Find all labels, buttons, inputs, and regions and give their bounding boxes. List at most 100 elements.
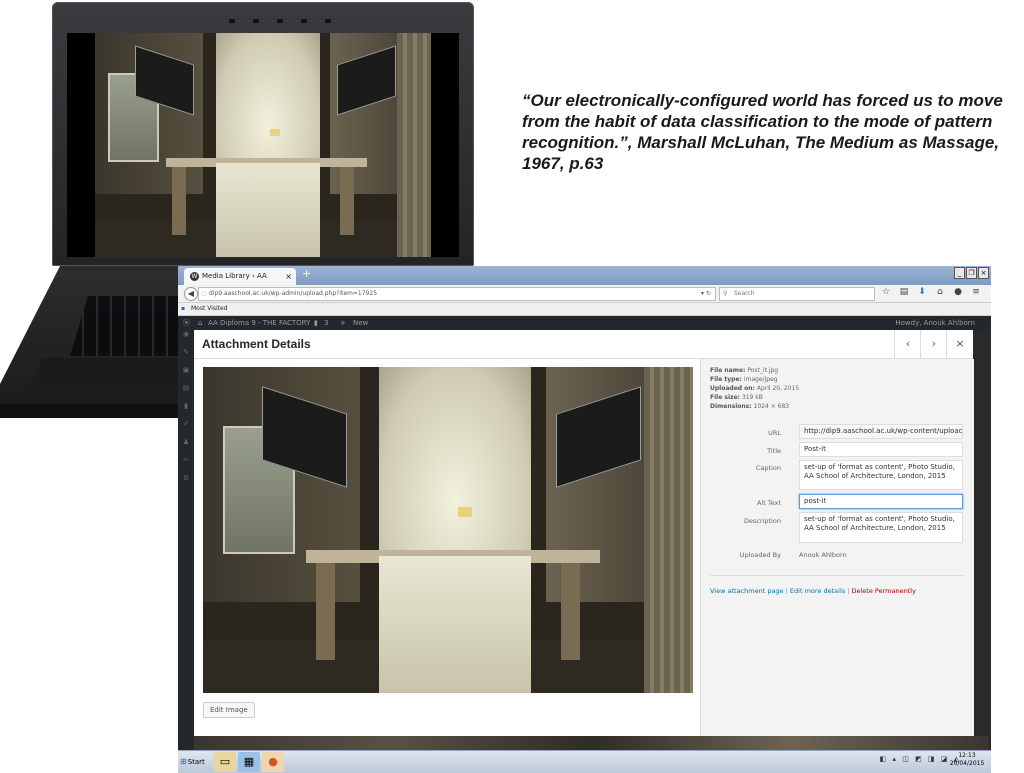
folder-icon: ▪	[181, 305, 186, 312]
laptop-edge	[0, 404, 182, 418]
post-it-note	[457, 507, 473, 517]
chat-icon[interactable]: ●	[952, 287, 964, 297]
description-field[interactable]: set-up of 'format as content', Photo Stu…	[799, 512, 963, 543]
appearance-icon[interactable]: ✐	[178, 420, 194, 438]
admin-bar-howdy[interactable]: Howdy, Anouk Ahlborn	[895, 316, 975, 330]
url-label: URL	[768, 429, 781, 437]
navigation-bar: ◀ ◌ dip9.aaschool.ac.uk/wp-admin/upload.…	[178, 285, 991, 303]
wp-admin-bar: ⓦ ⌂ AA Diploma 9 - THE FACTORY ▮ 3 + New…	[178, 316, 991, 330]
close-modal-button[interactable]: ×	[946, 330, 973, 358]
browser-titlebar: W Media Library ‹ AA Diploma 9 ... × + _…	[178, 266, 991, 297]
description-label: Description	[743, 517, 781, 525]
file-type: image/jpeg	[743, 376, 778, 383]
restore-button[interactable]: ❐	[966, 267, 977, 279]
laptop-screen	[67, 33, 459, 257]
caption-label: Caption	[755, 464, 781, 472]
tools-icon[interactable]: ✂	[178, 456, 194, 474]
menu-icon[interactable]: ≡	[970, 287, 982, 297]
search-icon: ⚲	[723, 290, 728, 297]
file-size-row: File size: 319 kB	[710, 394, 763, 401]
back-button[interactable]: ◀	[184, 287, 198, 301]
media-icon[interactable]: ▣	[178, 366, 194, 384]
close-window-button[interactable]: ×	[978, 267, 989, 279]
file-size: 319 kB	[741, 394, 763, 401]
laptop-touchpad-area	[30, 358, 182, 388]
attachment-info-panel: File name: Post_it.jpg File type: image/…	[700, 359, 974, 736]
plus-icon: +	[340, 319, 346, 327]
uploaded-on: April 20, 2015	[756, 385, 800, 392]
home-icon: ⌂	[198, 319, 203, 327]
pages-icon[interactable]: ▤	[178, 384, 194, 402]
media-grid-background	[194, 736, 989, 750]
url-field[interactable]: http://dip9.aaschool.ac.uk/wp-content/up…	[799, 424, 963, 439]
attachment-actions: View attachment page | Edit more details…	[710, 587, 916, 595]
delete-permanently-link[interactable]: Delete Permanently	[852, 587, 916, 595]
post-it-note	[269, 129, 280, 137]
posts-icon[interactable]: ✎	[178, 348, 194, 366]
dimensions-row: Dimensions: 1024 × 683	[710, 403, 790, 410]
tab-close-icon[interactable]: ×	[285, 268, 292, 285]
wordpress-icon: W	[190, 272, 199, 281]
modal-header: Attachment Details ‹ › ×	[194, 330, 973, 359]
next-button[interactable]: ›	[920, 330, 947, 358]
admin-bar-comments[interactable]: 3	[324, 316, 328, 330]
url-text: dip9.aaschool.ac.uk/wp-admin/upload.php?…	[209, 290, 378, 297]
clock[interactable]: 12:13 20/04/2015	[949, 752, 985, 768]
attachment-media-view: Edit Image	[194, 359, 700, 736]
view-attachment-link[interactable]: View attachment page	[710, 587, 784, 595]
bookmarks-bar: ▪ Most Visited	[178, 303, 991, 316]
globe-icon: ◌	[201, 290, 207, 297]
search-placeholder: Search	[734, 290, 755, 297]
windows-logo-icon: ⊞	[180, 757, 187, 766]
uploaded-on-row: Uploaded on: April 20, 2015	[710, 385, 800, 392]
start-button[interactable]: ⊞Start	[180, 754, 206, 770]
users-icon[interactable]: ♟	[178, 438, 194, 456]
explorer-icon[interactable]: ▭	[214, 752, 236, 772]
admin-bar-site[interactable]: AA Diploma 9 - THE FACTORY	[208, 316, 310, 330]
home-icon[interactable]: ⌂	[934, 287, 946, 297]
title-label: Title	[767, 447, 781, 455]
dimensions: 1024 × 683	[753, 403, 790, 410]
edit-details-link[interactable]: Edit more details	[790, 587, 845, 595]
uploaded-by-value: Anouk Ahlborn	[799, 551, 847, 559]
mcluhan-quote: “Our electronically-configured world has…	[522, 91, 1003, 173]
settings-icon[interactable]: ⚙	[178, 474, 194, 492]
comments-icon: ▮	[314, 319, 318, 327]
file-name-row: File name: Post_it.jpg	[710, 367, 779, 374]
reading-list-icon[interactable]: ▤	[898, 287, 910, 297]
caption-field[interactable]: set-up of 'format as content', Photo Stu…	[799, 460, 963, 490]
previous-button[interactable]: ‹	[894, 330, 921, 358]
browser-window: W Media Library ‹ AA Diploma 9 ... × + _…	[178, 266, 991, 773]
edit-image-button[interactable]: Edit Image	[203, 702, 255, 718]
reload-icon[interactable]: ▾ ↻	[701, 288, 711, 300]
attachment-image	[203, 367, 693, 693]
download-icon[interactable]: ⬇	[916, 287, 928, 297]
attachment-details-modal: Attachment Details ‹ › × Edit Image File…	[194, 330, 974, 736]
minimize-button[interactable]: _	[954, 267, 965, 279]
window-controls: _ ❐ ×	[954, 267, 989, 279]
laptop-keyboard	[70, 296, 180, 356]
webcam-dots	[229, 8, 379, 23]
comments-icon[interactable]: ▮	[178, 402, 194, 420]
studio-photo	[95, 33, 431, 257]
clock-time: 12:13	[958, 752, 976, 759]
alt-text-label: Alt Text	[756, 499, 781, 507]
wp-logo-icon[interactable]: ⓦ	[183, 316, 190, 330]
new-tab-button[interactable]: +	[302, 267, 311, 280]
search-input[interactable]: ⚲ Search	[719, 287, 875, 301]
bookmark-most-visited[interactable]: Most Visited	[191, 303, 228, 315]
file-type-row: File type: image/jpeg	[710, 376, 778, 383]
wp-admin-sidebar: ◉ ✎ ▣ ▤ ▮ ✐ ♟ ✂ ⚙	[178, 330, 194, 750]
clock-date: 20/04/2015	[949, 760, 985, 767]
network-icon[interactable]: ▦	[238, 752, 260, 772]
browser-tab[interactable]: W Media Library ‹ AA Diploma 9 ... ×	[184, 268, 296, 297]
toolbar-icons: ☆ ▤ ⬇ ⌂ ● ≡	[880, 287, 982, 297]
dashboard-icon[interactable]: ◉	[178, 330, 194, 348]
modal-title: Attachment Details	[202, 337, 311, 351]
alt-text-field[interactable]: post-it	[799, 494, 963, 509]
admin-bar-new[interactable]: New	[353, 316, 368, 330]
title-field[interactable]: Post-it	[799, 442, 963, 457]
url-bar[interactable]: ◌ dip9.aaschool.ac.uk/wp-admin/upload.ph…	[198, 287, 716, 301]
firefox-icon[interactable]: ●	[262, 752, 284, 772]
bookmark-star-icon[interactable]: ☆	[880, 287, 892, 297]
